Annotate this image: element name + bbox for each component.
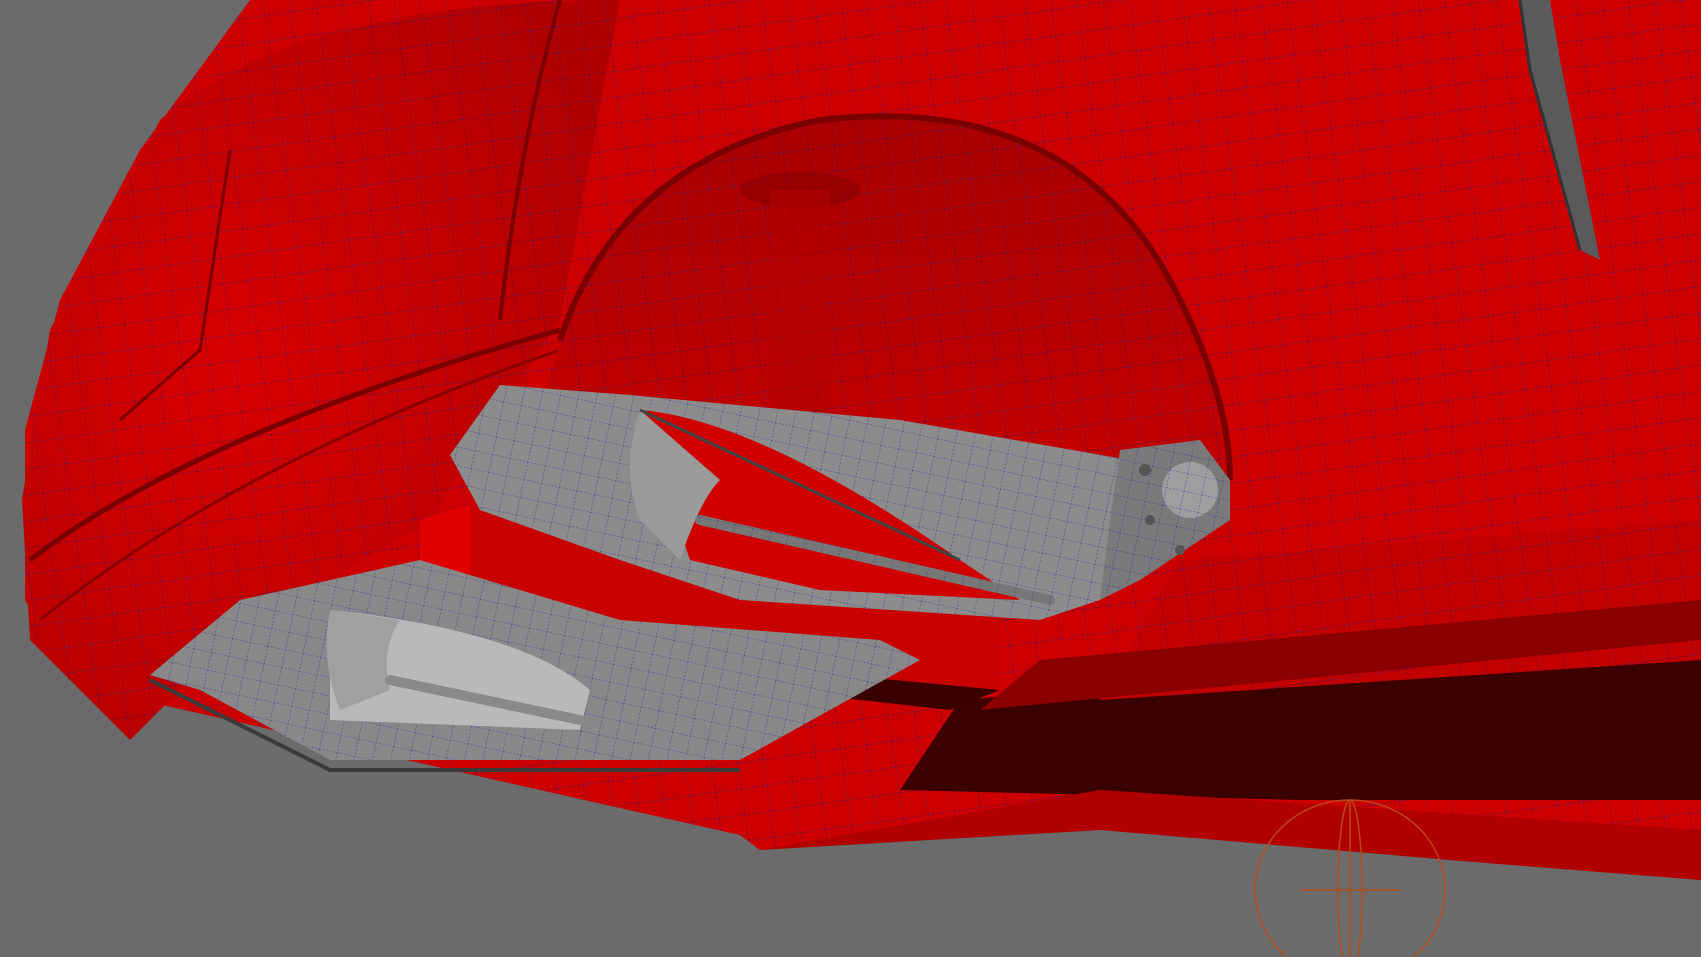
viewport-canvas[interactable] [0, 0, 1701, 957]
3d-viewport[interactable] [0, 0, 1701, 957]
